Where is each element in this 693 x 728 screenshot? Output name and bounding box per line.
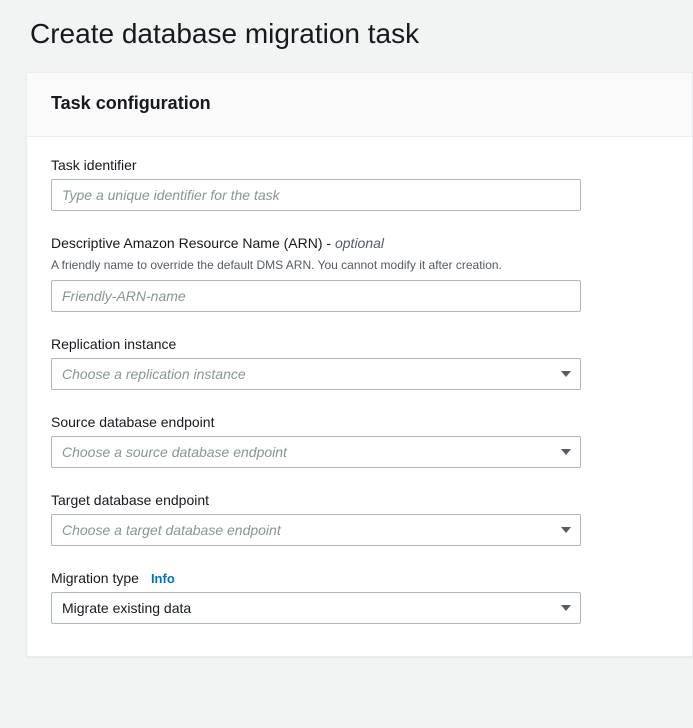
migration-type-select-wrap: Migrate existing data (51, 592, 581, 624)
descriptive-arn-label-text: Descriptive Amazon Resource Name (ARN) - (51, 235, 335, 251)
field-source-endpoint: Source database endpoint Choose a source… (51, 414, 668, 468)
source-endpoint-select-wrap: Choose a source database endpoint (51, 436, 581, 468)
field-target-endpoint: Target database endpoint Choose a target… (51, 492, 668, 546)
panel-header: Task configuration (27, 73, 692, 137)
replication-instance-label: Replication instance (51, 336, 668, 352)
descriptive-arn-label: Descriptive Amazon Resource Name (ARN) -… (51, 235, 668, 251)
page-title: Create database migration task (0, 0, 693, 72)
panel-header-title: Task configuration (51, 93, 668, 114)
task-identifier-input[interactable] (51, 179, 581, 211)
field-replication-instance: Replication instance Choose a replicatio… (51, 336, 668, 390)
field-migration-type: Migration type Info Migrate existing dat… (51, 570, 668, 624)
target-endpoint-select[interactable]: Choose a target database endpoint (51, 514, 581, 546)
task-configuration-panel: Task configuration Task identifier Descr… (26, 72, 693, 657)
field-task-identifier: Task identifier (51, 157, 668, 211)
task-identifier-label: Task identifier (51, 157, 668, 173)
field-descriptive-arn: Descriptive Amazon Resource Name (ARN) -… (51, 235, 668, 312)
migration-type-info-link[interactable]: Info (151, 571, 175, 586)
panel-body: Task identifier Descriptive Amazon Resou… (27, 137, 692, 656)
descriptive-arn-input[interactable] (51, 280, 581, 312)
replication-instance-select[interactable]: Choose a replication instance (51, 358, 581, 390)
source-endpoint-label: Source database endpoint (51, 414, 668, 430)
migration-type-select[interactable]: Migrate existing data (51, 592, 581, 624)
descriptive-arn-hint: A friendly name to override the default … (51, 257, 668, 274)
migration-type-label: Migration type (51, 570, 139, 586)
target-endpoint-label: Target database endpoint (51, 492, 668, 508)
target-endpoint-select-wrap: Choose a target database endpoint (51, 514, 581, 546)
replication-instance-select-wrap: Choose a replication instance (51, 358, 581, 390)
descriptive-arn-optional: optional (335, 235, 384, 251)
source-endpoint-select[interactable]: Choose a source database endpoint (51, 436, 581, 468)
